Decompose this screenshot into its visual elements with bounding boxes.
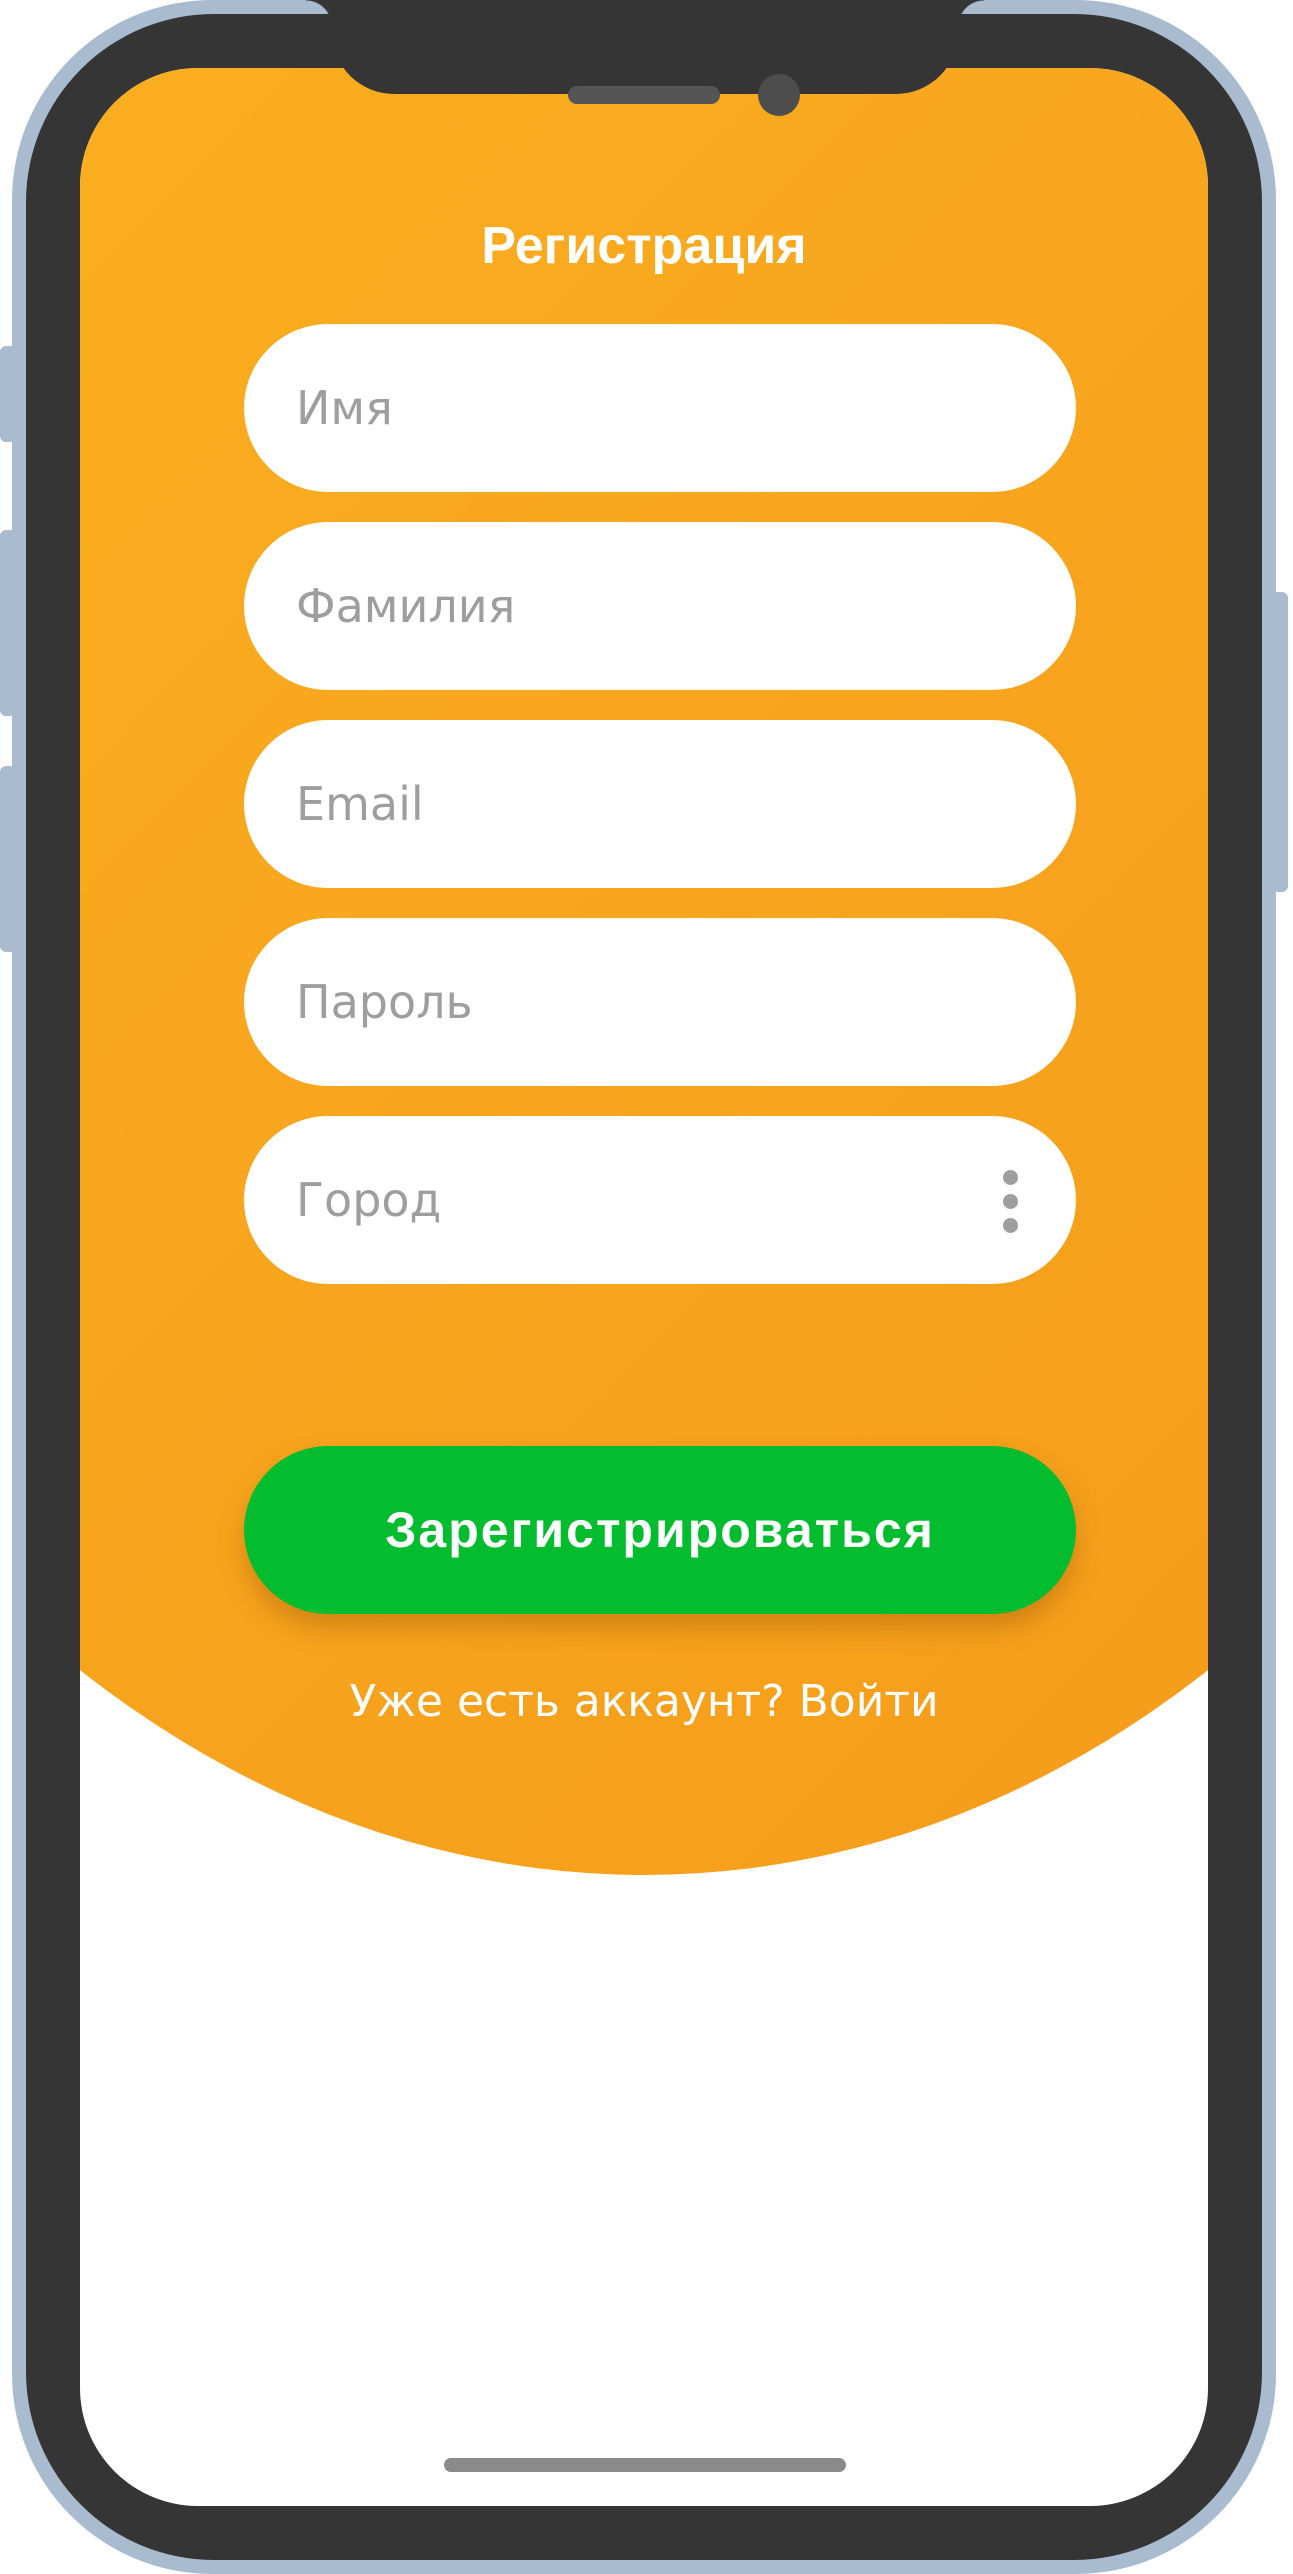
city-field[interactable] <box>244 1116 1076 1284</box>
page-title: Регистрация <box>481 217 807 275</box>
side-button-volume-down <box>0 766 16 952</box>
speaker-grille <box>568 86 720 104</box>
notch-corner-right <box>958 0 984 26</box>
register-button[interactable]: Зарегистрироваться <box>244 1446 1076 1614</box>
front-camera <box>758 74 800 116</box>
first-name-field[interactable] <box>244 324 1076 492</box>
side-button-power <box>1272 592 1288 892</box>
side-button-mute <box>0 346 16 442</box>
password-input[interactable] <box>296 918 976 1086</box>
password-field[interactable] <box>244 918 1076 1086</box>
notch-corner-left <box>306 0 332 26</box>
city-input[interactable] <box>296 1116 976 1284</box>
more-vertical-icon[interactable] <box>1000 1170 1020 1233</box>
first-name-input[interactable] <box>296 324 976 492</box>
app-screen: Регистрация Зарегистрироваться Уже есть … <box>80 68 1208 2506</box>
email-field[interactable] <box>244 720 1076 888</box>
last-name-field[interactable] <box>244 522 1076 690</box>
last-name-input[interactable] <box>296 522 976 690</box>
side-button-volume-up <box>0 530 16 716</box>
email-input[interactable] <box>296 720 976 888</box>
device-notch <box>332 0 958 94</box>
login-link[interactable]: Уже есть аккаунт? Войти <box>80 1676 1208 1727</box>
home-indicator <box>444 2458 846 2472</box>
